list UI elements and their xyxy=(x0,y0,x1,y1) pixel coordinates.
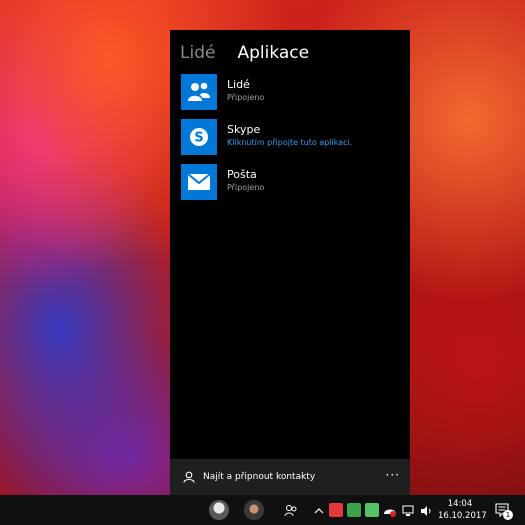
chevron-up-icon[interactable] xyxy=(312,503,326,517)
contact-avatar-icon[interactable] xyxy=(244,500,264,520)
app-name: Lidé xyxy=(227,78,250,91)
app-item-skype[interactable]: S Skype Kliknutím připojte tuto aplikaci… xyxy=(181,119,401,155)
mail-icon xyxy=(181,164,217,200)
app-item-people[interactable]: Lidé Připojeno xyxy=(181,74,401,110)
contact-avatar-icon[interactable] xyxy=(209,500,229,520)
people-flyout: Lidé Aplikace Lidé Připojeno S Skype Kli… xyxy=(170,30,410,495)
network-icon[interactable] xyxy=(401,503,415,517)
clock-date: 16.10.2017 xyxy=(438,511,487,521)
app-name: Skype xyxy=(227,123,261,136)
tab-people[interactable]: Lidé xyxy=(180,43,215,63)
skype-icon: S xyxy=(181,119,217,155)
app-status: Připojeno xyxy=(227,183,265,192)
notification-count-badge: 1 xyxy=(503,510,513,520)
antivirus-icon[interactable] xyxy=(383,503,397,517)
people-taskbar-icon[interactable] xyxy=(284,503,298,517)
tab-apps[interactable]: Aplikace xyxy=(237,43,309,63)
flyout-tabs: Lidé Aplikace xyxy=(180,43,309,63)
find-contacts-label: Najít a připnout kontakty xyxy=(203,472,316,482)
volume-icon[interactable] xyxy=(419,503,433,517)
app-tray-icon[interactable] xyxy=(347,503,361,517)
people-app-icon xyxy=(181,74,217,110)
app-item-mail[interactable]: Pošta Připojeno xyxy=(181,164,401,200)
clock[interactable]: 14:04 16.10.2017 xyxy=(438,498,487,522)
app-tray-icon[interactable] xyxy=(329,503,343,517)
person-icon xyxy=(183,468,195,487)
more-options-button[interactable]: ··· xyxy=(386,468,400,482)
taskbar: 14:04 16.10.2017 1 xyxy=(0,495,525,525)
flyout-footer: Najít a připnout kontakty ··· xyxy=(170,459,410,495)
app-tray-icon[interactable] xyxy=(365,503,379,517)
clock-time: 14:04 xyxy=(447,499,473,509)
find-contacts-button[interactable]: Najít a připnout kontakty xyxy=(183,468,315,487)
app-name: Pošta xyxy=(227,168,257,181)
app-connect-link[interactable]: Kliknutím připojte tuto aplikaci. xyxy=(227,137,352,149)
svg-text:S: S xyxy=(194,131,203,146)
app-status: Připojeno xyxy=(227,93,265,102)
